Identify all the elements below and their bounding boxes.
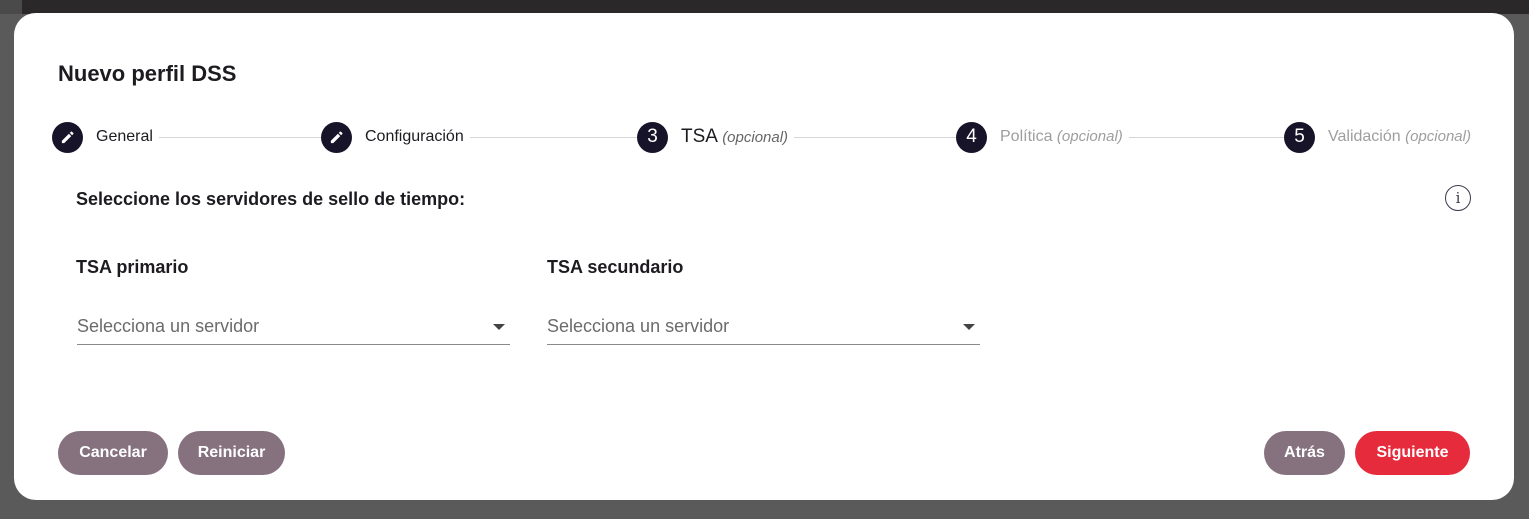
step-optional-validacion: (opcional) <box>1405 128 1471 145</box>
step-number-4: 4 <box>956 121 987 153</box>
step-label-tsa-text: TSA <box>681 126 717 147</box>
step-general[interactable]: General <box>52 120 159 154</box>
step-number-5: 5 <box>1284 121 1315 153</box>
cancel-button[interactable]: Cancelar <box>58 431 168 475</box>
tsa-primary-label: TSA primario <box>76 257 189 277</box>
pencil-icon <box>52 121 83 153</box>
tsa-secondary-placeholder: Selecciona un servidor <box>547 316 730 336</box>
pencil-icon <box>321 121 352 153</box>
tsa-secondary-select[interactable]: Selecciona un servidor <box>547 309 980 345</box>
step-number-3: 3 <box>637 121 668 153</box>
caret-down-icon <box>493 323 505 330</box>
backdrop-strip <box>0 0 22 14</box>
step-label-validacion-text: Validación <box>1328 128 1401 145</box>
info-icon[interactable]: i <box>1445 185 1471 211</box>
tsa-primary-select[interactable]: Selecciona un servidor <box>77 309 510 345</box>
tsa-secondary-label: TSA secundario <box>547 257 684 277</box>
tsa-primary-placeholder: Selecciona un servidor <box>77 316 260 336</box>
back-button[interactable]: Atrás <box>1264 431 1345 475</box>
step-optional-politica: (opcional) <box>1056 128 1123 145</box>
step-validacion[interactable]: 5 Validación (opcional) <box>1284 120 1477 154</box>
step-label-configuracion: Configuración <box>365 128 464 145</box>
step-label-validacion: Validación (opcional) <box>1328 128 1471 146</box>
step-politica[interactable]: 4 Política (opcional) <box>956 120 1129 154</box>
step-tsa[interactable]: 3 TSA (opcional) <box>637 120 795 154</box>
section-title: Seleccione los servidores de sello de ti… <box>76 189 466 209</box>
caret-down-icon <box>963 323 975 330</box>
reset-button[interactable]: Reiniciar <box>178 431 285 475</box>
step-configuracion[interactable]: Configuración <box>321 120 470 154</box>
dialog-title: Nuevo perfil DSS <box>58 61 237 86</box>
next-button[interactable]: Siguiente <box>1355 431 1470 475</box>
step-label-politica: Política (opcional) <box>1000 128 1123 146</box>
stepper: General Configuración 3 TSA (opcional) 4… <box>14 120 1514 154</box>
step-label-tsa: TSA (opcional) <box>681 126 788 148</box>
step-optional-tsa: (opcional) <box>722 129 789 146</box>
step-label-general: General <box>96 128 153 145</box>
backdrop-top-bar <box>0 0 1529 14</box>
step-label-politica-text: Política <box>1000 128 1053 145</box>
new-dss-profile-dialog: Nuevo perfil DSS General Configuración 3… <box>14 13 1514 500</box>
